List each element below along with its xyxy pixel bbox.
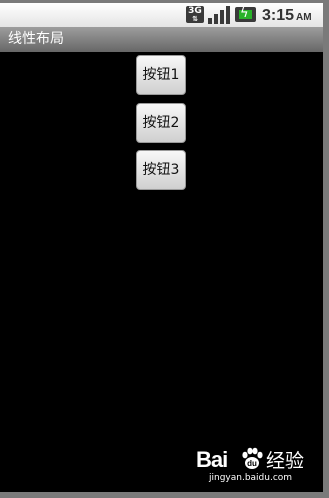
svg-text:du: du (247, 459, 257, 468)
battery-charging-icon: ϟ (235, 6, 256, 22)
clock-time: 3:15 (262, 7, 295, 24)
app-title: 线性布局 (8, 31, 64, 47)
clock-am-pm: AM (296, 12, 312, 23)
status-bar: 3G ⇅ ϟ 3:15 AM (0, 3, 323, 27)
baidu-paw-icon: du (242, 447, 263, 469)
watermark-product-text: 经验 (266, 450, 305, 472)
3g-data-icon: 3G ⇅ (186, 6, 204, 23)
window-frame-bottom (0, 492, 329, 498)
charging-bolt-icon: ϟ (240, 6, 249, 21)
button-1[interactable]: 按钮1 (136, 55, 186, 95)
watermark-logo-text: Bai (196, 447, 228, 472)
watermark-url: jingyan.baidu.com (209, 473, 293, 483)
title-bar: 线性布局 (0, 27, 323, 52)
baidu-jingyan-watermark: Bai du 经验 jingyan.baidu.com (196, 440, 326, 490)
clock: 3:15 AM (262, 7, 312, 27)
window-frame-right (323, 0, 329, 498)
data-arrows-icon: ⇅ (192, 15, 198, 23)
button-3[interactable]: 按钮3 (136, 150, 186, 190)
button-2[interactable]: 按钮2 (136, 103, 186, 143)
signal-strength-icon (208, 6, 230, 24)
